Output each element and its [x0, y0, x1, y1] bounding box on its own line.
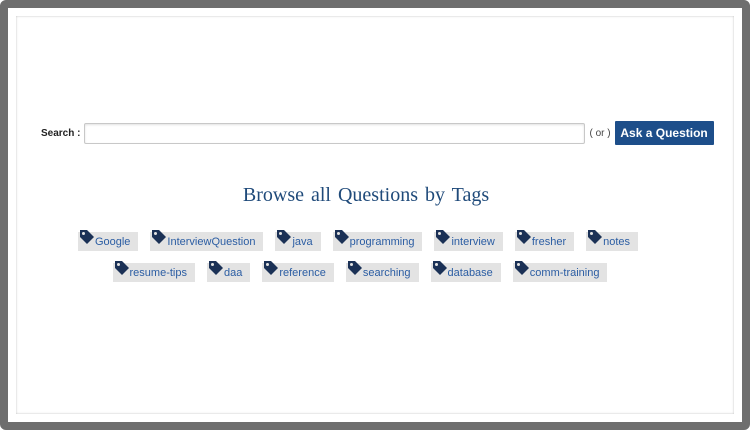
- tag-interviewquestion[interactable]: InterviewQuestion: [150, 230, 264, 251]
- tag-resume-tips[interactable]: resume-tips: [112, 261, 195, 282]
- tag-label: interview: [451, 235, 495, 248]
- tag-label: comm-training: [529, 266, 600, 279]
- tag-label: InterviewQuestion: [167, 235, 256, 248]
- tag-label: searching: [362, 266, 411, 279]
- tag-label: resume-tips: [129, 266, 187, 279]
- tag-label: daa: [223, 266, 243, 279]
- tag-comm-training[interactable]: comm-training: [512, 261, 608, 282]
- tag-icon: [113, 261, 130, 282]
- tag-notes[interactable]: notes: [586, 230, 639, 251]
- tag-database[interactable]: database: [430, 261, 501, 282]
- tag-list-row-2: resume-tips daa reference searching data…: [0, 261, 720, 282]
- tag-icon: [275, 230, 292, 251]
- tag-label: fresher: [531, 235, 567, 248]
- tag-label: java: [292, 235, 313, 248]
- tag-java[interactable]: java: [275, 230, 321, 251]
- frame-inner-shadow: [16, 16, 734, 414]
- tag-list-row-1: Google InterviewQuestion java programmin…: [0, 230, 716, 251]
- tag-google[interactable]: Google: [77, 230, 139, 251]
- tag-programming[interactable]: programming: [332, 230, 423, 251]
- tag-daa[interactable]: daa: [206, 261, 251, 282]
- tag-reference[interactable]: reference: [262, 261, 334, 282]
- tag-icon: [431, 261, 448, 282]
- search-input[interactable]: [84, 122, 586, 144]
- or-separator: ( or ): [589, 127, 611, 139]
- tag-fresher[interactable]: fresher: [514, 230, 575, 251]
- tag-label: Google: [94, 235, 131, 248]
- tag-icon: [150, 230, 167, 251]
- tag-icon: [346, 261, 363, 282]
- tag-icon: [434, 230, 451, 251]
- search-bar: Search : ( or ) Ask a Question: [41, 121, 714, 145]
- browse-tags-heading: Browse all Questions by Tags: [242, 184, 490, 206]
- window-frame: [0, 0, 750, 430]
- tag-searching[interactable]: searching: [345, 261, 419, 282]
- tag-icon: [515, 230, 532, 251]
- tag-icon: [333, 230, 350, 251]
- search-label: Search :: [41, 127, 81, 139]
- tag-icon: [586, 230, 603, 251]
- ask-question-button[interactable]: Ask a Question: [614, 121, 714, 145]
- tag-label: notes: [603, 235, 631, 248]
- tag-label: database: [447, 266, 493, 279]
- tag-icon: [513, 261, 530, 282]
- tag-label: reference: [279, 266, 326, 279]
- tag-interview[interactable]: interview: [434, 230, 503, 251]
- tag-icon: [78, 230, 95, 251]
- tag-icon: [262, 261, 279, 282]
- tag-icon: [207, 261, 224, 282]
- tag-label: programming: [349, 235, 415, 248]
